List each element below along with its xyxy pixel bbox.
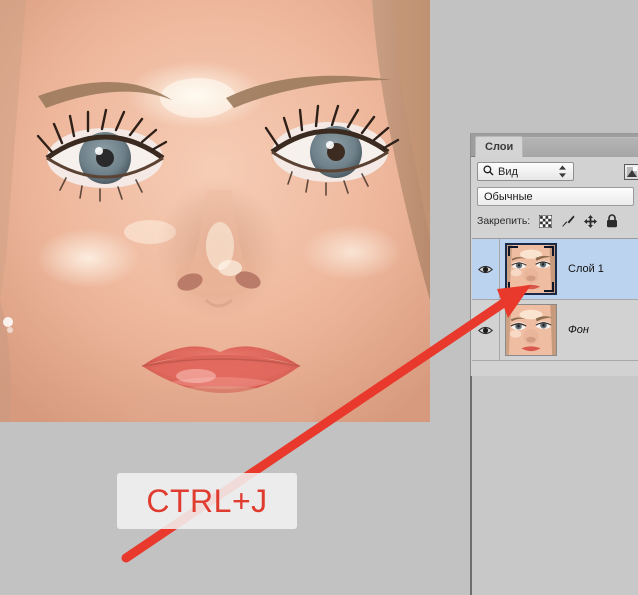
lock-image-pixels-icon[interactable] xyxy=(561,214,575,228)
panel-body: Вид Обычные Закрепить: xyxy=(471,157,638,231)
blend-mode-dropdown[interactable]: Обычные xyxy=(477,187,634,206)
panel-tab-bar: Слои xyxy=(471,134,638,157)
lock-position-icon[interactable] xyxy=(584,214,598,228)
magnifier-icon xyxy=(483,163,494,181)
layer-row[interactable]: Фон xyxy=(472,300,638,361)
selection-corner xyxy=(544,282,554,292)
layer-list[interactable]: Слой 1 Фон xyxy=(472,238,638,376)
layer-filter-row: Вид xyxy=(477,162,634,181)
layer-thumbnail-face[interactable] xyxy=(505,304,557,356)
selection-corner xyxy=(508,246,518,256)
eye-icon xyxy=(478,325,493,336)
layers-panel[interactable]: Слои Вид Обычные Закрепить: Слой 1 Фон xyxy=(470,133,638,376)
panel-menu-icon[interactable] xyxy=(624,164,638,180)
stepper-updown-icon[interactable] xyxy=(556,165,569,178)
document-canvas[interactable] xyxy=(0,0,430,422)
shortcut-label-text: CTRL+J xyxy=(146,482,268,519)
eye-icon xyxy=(478,264,493,275)
panel-tab-empty-area xyxy=(523,137,638,157)
layer-name-label: Фон xyxy=(568,324,589,336)
layer-visibility-toggle[interactable] xyxy=(472,239,500,299)
lock-label: Закрепить: xyxy=(477,215,531,227)
lock-icon-group xyxy=(539,214,618,228)
lock-row: Закрепить: xyxy=(477,211,634,231)
tab-layers-label: Слои xyxy=(485,141,514,153)
panel-background-fill xyxy=(472,376,638,595)
shortcut-callout: CTRL+J xyxy=(117,473,297,529)
selection-corner xyxy=(508,282,518,292)
layer-filter-value: Вид xyxy=(498,165,518,178)
layer-thumbnail-cell[interactable] xyxy=(500,243,562,295)
blend-mode-row: Обычные xyxy=(477,187,634,206)
layer-name-label: Слой 1 xyxy=(568,263,604,275)
woman-face-closeup-photo xyxy=(0,0,430,422)
layer-filter-dropdown[interactable]: Вид xyxy=(477,162,574,181)
lock-all-icon[interactable] xyxy=(606,214,618,228)
lock-transparent-pixels-icon[interactable] xyxy=(539,214,553,228)
layer-row[interactable]: Слой 1 xyxy=(472,239,638,300)
tab-layers[interactable]: Слои xyxy=(475,136,524,157)
layer-thumbnail-cell[interactable] xyxy=(500,304,562,356)
blend-mode-value: Обычные xyxy=(484,190,533,203)
selection-corner xyxy=(544,246,554,256)
layer-thumbnail-face[interactable] xyxy=(505,243,557,295)
layer-visibility-toggle[interactable] xyxy=(472,300,500,360)
